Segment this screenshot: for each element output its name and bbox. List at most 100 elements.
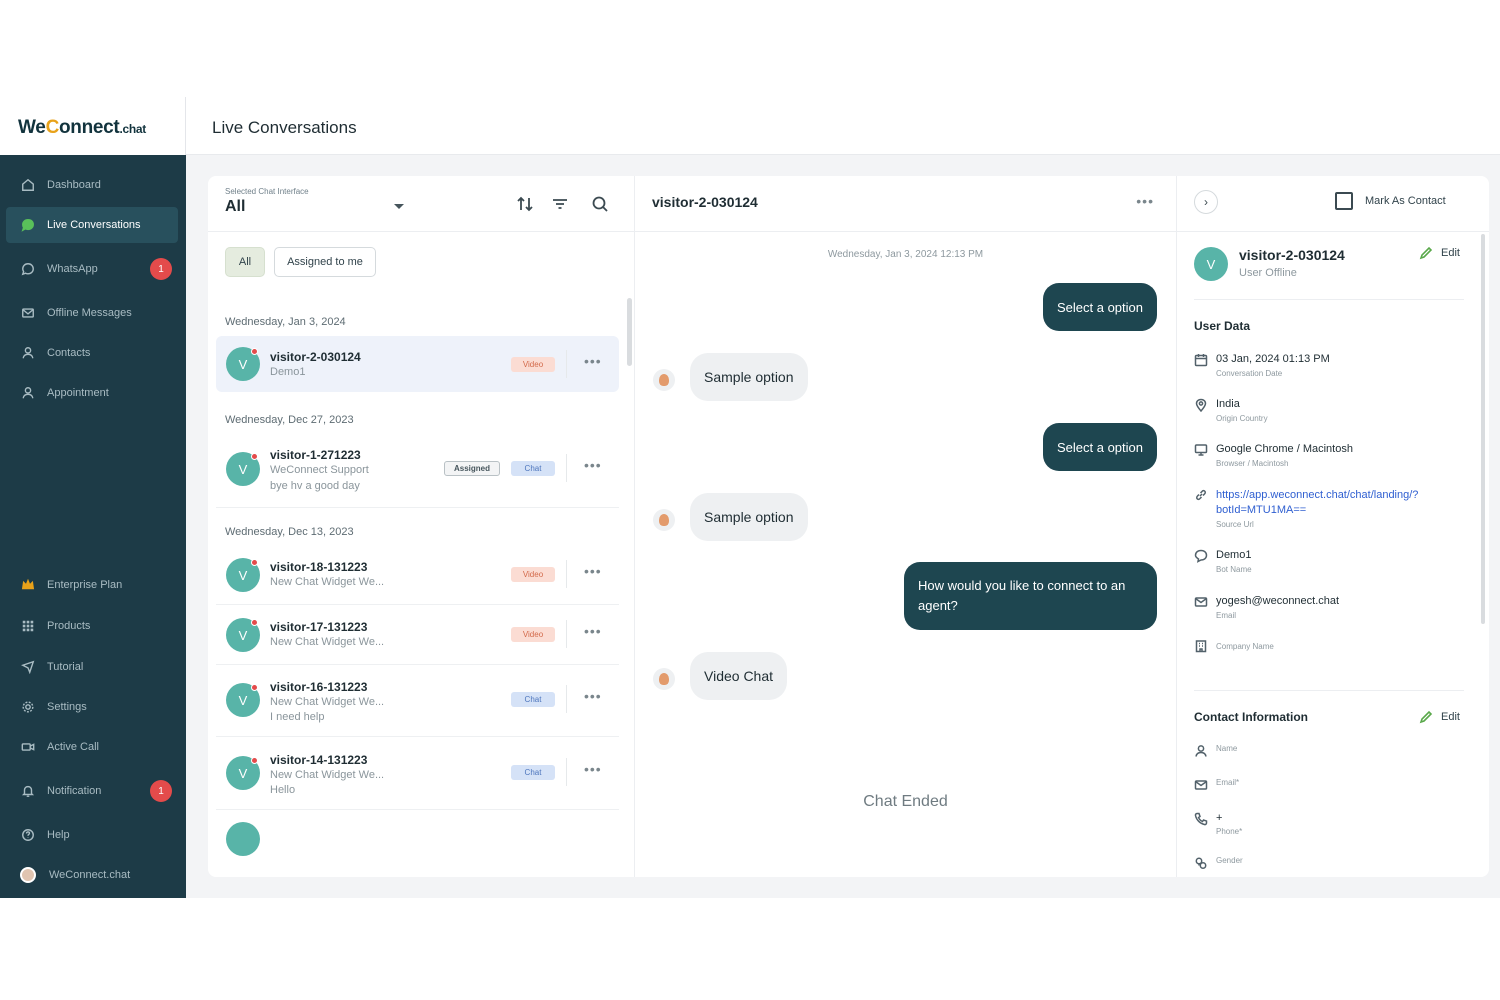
video-tag: Video xyxy=(511,357,555,372)
unread-dot xyxy=(251,684,258,691)
conversation-item[interactable]: V visitor-18-131223 New Chat Widget We..… xyxy=(216,546,619,602)
visitor-message: Sample option xyxy=(690,493,808,541)
video-icon xyxy=(20,739,36,755)
chevron-right-icon: › xyxy=(1204,195,1208,209)
tutorial-icon xyxy=(20,659,36,675)
gear-icon xyxy=(20,699,36,715)
sidebar-item-offline-messages[interactable]: Offline Messages xyxy=(6,295,178,331)
bell-icon xyxy=(20,783,36,799)
mail-icon xyxy=(1194,595,1208,609)
avatar xyxy=(20,867,36,883)
user-icon xyxy=(1194,744,1208,758)
filter-assigned-button[interactable]: Assigned to me xyxy=(274,247,376,277)
pencil-icon xyxy=(1419,246,1433,260)
sidebar-item-enterprise-plan[interactable]: Enterprise Plan xyxy=(6,567,178,603)
divider xyxy=(216,809,619,810)
sidebar-item-dashboard[interactable]: Dashboard xyxy=(6,167,178,203)
building-icon xyxy=(1194,639,1208,653)
divider xyxy=(566,758,567,786)
collapse-panel-button[interactable]: › xyxy=(1194,190,1218,214)
conversation-subtitle: WeConnect Support xyxy=(270,464,369,476)
pencil-icon xyxy=(1419,710,1433,724)
conversation-item[interactable]: V visitor-17-131223 New Chat Widget We..… xyxy=(216,606,619,662)
mark-as-contact-checkbox[interactable] xyxy=(1335,192,1353,210)
conversation-subtitle: New Chat Widget We... xyxy=(270,576,385,588)
sidebar-item-active-call[interactable]: Active Call xyxy=(6,729,178,765)
date-group-label: Wednesday, Dec 27, 2023 xyxy=(225,414,354,426)
user-icon xyxy=(20,345,36,361)
location-icon xyxy=(1194,398,1208,413)
visitor-name: visitor-2-030124 xyxy=(1239,247,1345,263)
more-options-icon[interactable]: ••• xyxy=(584,623,602,639)
selector-label: Selected Chat Interface xyxy=(225,187,309,196)
sidebar-item-notification[interactable]: Notification 1 xyxy=(6,773,178,809)
logo-area: WeConnect.chat xyxy=(0,97,186,155)
more-options-icon[interactable]: ••• xyxy=(584,563,602,579)
conversation-item[interactable]: V visitor-14-131223 New Chat Widget We..… xyxy=(216,739,619,796)
visitor-info-panel: › Mark As Contact V visitor-2-030124 Use… xyxy=(1177,176,1489,877)
conversation-subtitle: Demo1 xyxy=(270,366,306,378)
agent-message: Select a option xyxy=(1042,283,1157,331)
chat-interface-selector[interactable]: All xyxy=(225,198,245,216)
divider xyxy=(635,231,1176,232)
sidebar-item-settings[interactable]: Settings xyxy=(6,689,178,725)
visitor-avatar-icon xyxy=(653,369,675,391)
unread-dot xyxy=(251,348,258,355)
info-scrollbar[interactable] xyxy=(1481,234,1485,624)
visitor-message: Video Chat xyxy=(690,652,788,700)
divider xyxy=(208,231,634,232)
unread-dot xyxy=(251,619,258,626)
divider xyxy=(566,560,567,588)
edit-contact-button[interactable]: Edit xyxy=(1419,710,1460,724)
filter-all-button[interactable]: All xyxy=(225,247,265,277)
sidebar-item-contacts[interactable]: Contacts xyxy=(6,335,178,371)
whatsapp-icon xyxy=(20,261,36,277)
visitor-message: Sample option xyxy=(690,353,808,401)
conversation-item[interactable]: V visitor-1-271223 WeConnect Support bye… xyxy=(216,434,619,492)
search-icon[interactable] xyxy=(590,194,610,214)
sidebar-item-appointment[interactable]: Appointment xyxy=(6,375,178,411)
sidebar-item-live-conversations[interactable]: Live Conversations xyxy=(6,207,178,243)
chat-ended-label: Chat Ended xyxy=(863,793,948,810)
filter-icon[interactable] xyxy=(550,194,570,214)
chevron-down-icon[interactable] xyxy=(394,204,404,209)
link-icon xyxy=(1194,488,1208,502)
conversation-item[interactable]: V visitor-2-030124 Demo1 Video ••• xyxy=(216,336,619,392)
edit-visitor-button[interactable]: Edit xyxy=(1419,246,1460,260)
mark-as-contact-label[interactable]: Mark As Contact xyxy=(1365,195,1446,207)
divider xyxy=(216,736,619,737)
divider xyxy=(566,685,567,713)
sidebar-item-tutorial[interactable]: Tutorial xyxy=(6,649,178,685)
conversation-last-message: I need help xyxy=(270,711,325,723)
date-group-label: Wednesday, Dec 13, 2023 xyxy=(225,526,354,538)
more-options-icon[interactable]: ••• xyxy=(584,457,602,473)
conversation-name: visitor-18-131223 xyxy=(270,560,368,574)
more-options-icon[interactable]: ••• xyxy=(584,761,602,777)
video-tag: Video xyxy=(511,567,555,582)
conversation-item[interactable]: V visitor-16-131223 New Chat Widget We..… xyxy=(216,666,619,723)
divider xyxy=(1177,231,1489,232)
list-scrollbar[interactable] xyxy=(627,298,632,366)
chat-tag: Chat xyxy=(511,461,555,476)
source-url-link[interactable]: https://app.weconnect.chat/chat/landing/… xyxy=(1216,488,1474,518)
user-icon xyxy=(20,385,36,401)
more-options-icon[interactable]: ••• xyxy=(584,688,602,704)
sort-icon[interactable] xyxy=(515,194,535,214)
divider xyxy=(1194,690,1464,691)
more-options-icon[interactable]: ••• xyxy=(584,353,602,369)
whatsapp-badge: 1 xyxy=(150,258,172,280)
assigned-tag: Assigned xyxy=(444,461,500,476)
more-options-icon[interactable]: ••• xyxy=(1136,193,1154,209)
top-header: Live Conversations xyxy=(186,97,1500,155)
divider xyxy=(566,454,567,482)
brand-logo[interactable]: WeConnect.chat xyxy=(18,117,146,139)
date-group-label: Wednesday, Jan 3, 2024 xyxy=(225,316,346,328)
agent-message: Select a option xyxy=(1042,423,1157,471)
mail-icon xyxy=(20,305,36,321)
sidebar-item-help[interactable]: Help xyxy=(6,817,178,853)
visitor-avatar-icon xyxy=(653,668,675,690)
sidebar-item-products[interactable]: Products xyxy=(6,608,178,644)
sidebar-item-whatsapp[interactable]: WhatsApp 1 xyxy=(6,251,178,287)
sidebar-item-account[interactable]: WeConnect.chat xyxy=(6,857,178,893)
video-tag: Video xyxy=(511,627,555,642)
